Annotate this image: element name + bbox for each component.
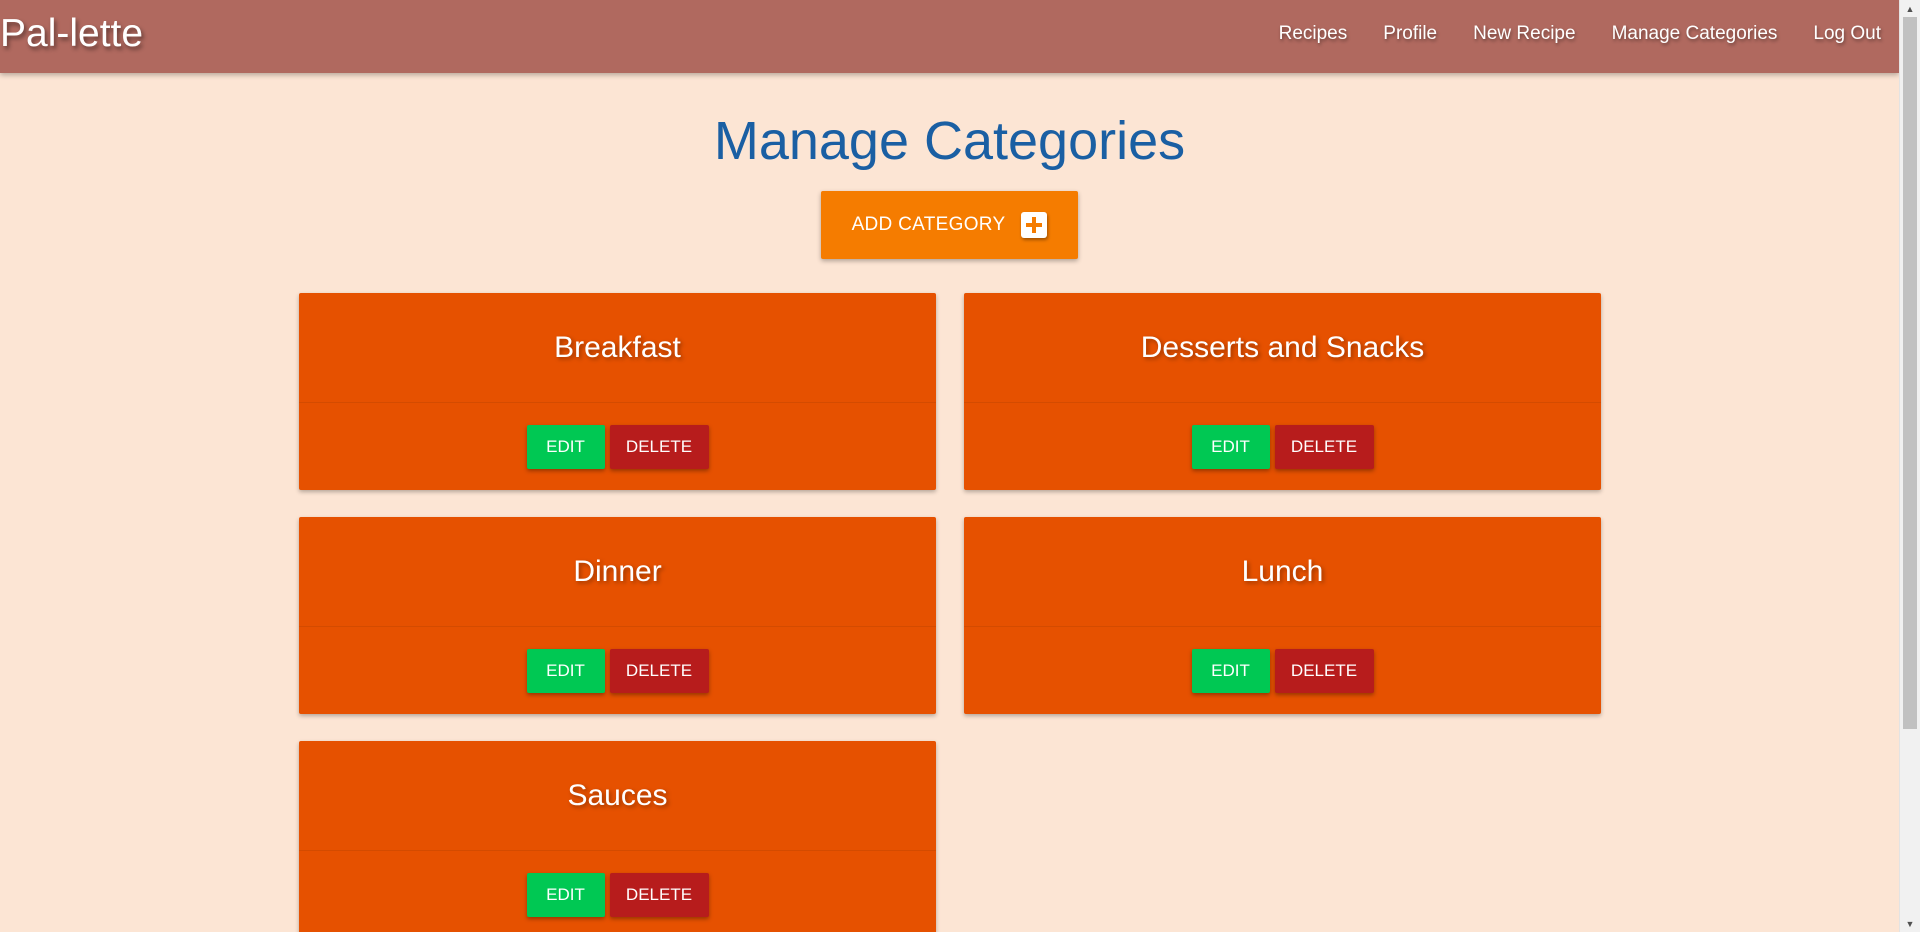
add-category-label: ADD CATEGORY	[851, 214, 1006, 235]
nav-link-profile[interactable]: Profile	[1365, 0, 1455, 68]
nav-link-recipes[interactable]: Recipes	[1261, 0, 1366, 68]
category-actions: EDIT DELETE	[964, 627, 1601, 714]
edit-button[interactable]: EDIT	[526, 424, 605, 469]
category-card-dinner: Dinner EDIT DELETE	[299, 517, 936, 714]
category-name: Lunch	[964, 517, 1601, 627]
category-name: Breakfast	[299, 293, 936, 403]
nav-link-log-out[interactable]: Log Out	[1795, 0, 1899, 68]
category-name: Sauces	[299, 741, 936, 851]
edit-button[interactable]: EDIT	[1191, 424, 1270, 469]
category-actions: EDIT DELETE	[299, 851, 936, 932]
scrollbar-thumb[interactable]	[1903, 17, 1917, 729]
delete-button[interactable]: DELETE	[609, 648, 709, 693]
plus-icon	[1021, 212, 1048, 238]
page-title: Manage Categories	[713, 111, 1186, 171]
nav-link-manage-categories[interactable]: Manage Categories	[1594, 0, 1796, 68]
edit-button[interactable]: EDIT	[1191, 648, 1270, 693]
page: Pal-lette Recipes Profile New Recipe Man…	[0, 0, 1899, 932]
category-actions: EDIT DELETE	[299, 627, 936, 714]
delete-button[interactable]: DELETE	[1274, 648, 1374, 693]
add-category-button[interactable]: ADD CATEGORY	[821, 191, 1078, 259]
delete-button[interactable]: DELETE	[609, 872, 709, 917]
delete-button[interactable]: DELETE	[1274, 424, 1374, 469]
vertical-scrollbar[interactable]: ▲ ▼	[1899, 0, 1920, 932]
category-card-lunch: Lunch EDIT DELETE	[964, 517, 1601, 714]
scroll-up-arrow-icon[interactable]: ▲	[1900, 0, 1920, 17]
navbar: Pal-lette Recipes Profile New Recipe Man…	[0, 0, 1899, 73]
nav-link-new-recipe[interactable]: New Recipe	[1455, 0, 1593, 68]
delete-button[interactable]: DELETE	[609, 424, 709, 469]
category-card-desserts-and-snacks: Desserts and Snacks EDIT DELETE	[964, 293, 1601, 490]
category-actions: EDIT DELETE	[299, 403, 936, 490]
category-actions: EDIT DELETE	[964, 403, 1601, 490]
category-name: Dinner	[299, 517, 936, 627]
category-name: Desserts and Snacks	[964, 293, 1601, 403]
edit-button[interactable]: EDIT	[526, 648, 605, 693]
edit-button[interactable]: EDIT	[526, 872, 605, 917]
brand-logo[interactable]: Pal-lette	[0, 10, 143, 58]
category-card-sauces: Sauces EDIT DELETE	[299, 741, 936, 932]
scroll-down-arrow-icon[interactable]: ▼	[1900, 915, 1920, 932]
category-card-breakfast: Breakfast EDIT DELETE	[299, 293, 936, 490]
nav-links: Recipes Profile New Recipe Manage Catego…	[1261, 0, 1899, 68]
